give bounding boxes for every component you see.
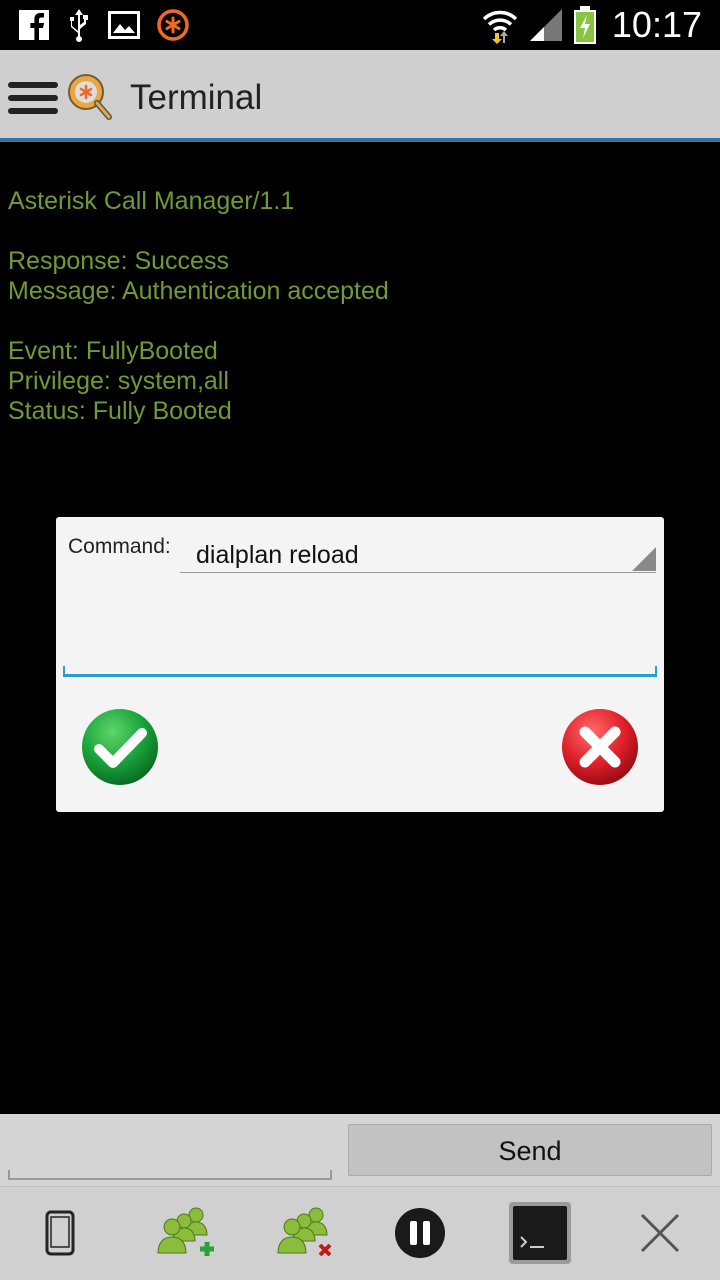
app-logo-icon[interactable] [66,72,114,122]
terminal-line: Message: Authentication accepted [8,277,389,305]
status-bar: 10:17 [0,0,720,50]
battery-charging-icon [573,6,596,44]
gallery-icon [108,11,140,39]
command-dialog: Command: dialplan reload [56,517,664,812]
clock: 10:17 [611,4,702,45]
asterisk-icon [157,9,189,41]
action-bar: Terminal [0,50,720,142]
command-dropdown[interactable]: dialplan reload [180,525,656,573]
command-text-input[interactable] [63,587,657,677]
phone-icon [45,1210,75,1256]
toolbar-close[interactable] [610,1193,710,1273]
toolbar-pause[interactable] [370,1193,470,1273]
status-bar-right: 10:17 [480,0,702,50]
wifi-icon [482,10,518,44]
pause-icon [395,1208,445,1258]
signal-icon [529,9,562,41]
add-users-icon [157,1207,214,1256]
terminal-line: Response: Success [8,247,229,275]
terminal-line: Status: Fully Booted [8,397,232,425]
send-button[interactable]: Send [348,1124,712,1176]
red-x-icon[interactable] [560,707,640,787]
command-label: Command: [68,535,171,558]
toolbar-add-users[interactable] [134,1193,234,1273]
message-input[interactable] [8,1124,332,1180]
toolbar-remove-users[interactable] [254,1193,354,1273]
page-title: Terminal [130,78,263,117]
hamburger-menu-icon[interactable] [8,82,58,116]
toolbar-phone[interactable] [10,1193,110,1273]
terminal-line: Asterisk Call Manager/1.1 [8,187,295,215]
toolbar-terminal[interactable] [490,1193,590,1273]
terminal-line: Privilege: system,all [8,367,229,395]
status-bar-left [18,6,190,44]
bottom-toolbar [0,1186,720,1280]
terminal-line: Event: FullyBooted [8,337,218,365]
message-input-row: Send [0,1114,720,1186]
remove-users-icon [277,1207,332,1257]
facebook-icon [19,10,49,40]
green-check-icon[interactable] [80,707,160,787]
close-icon [640,1213,680,1253]
terminal-output: Asterisk Call Manager/1.1 Response: Succ… [8,186,708,426]
dropdown-arrow-icon [632,547,656,571]
usb-icon [70,9,88,42]
terminal-icon [509,1202,571,1264]
command-dropdown-value: dialplan reload [196,541,359,569]
